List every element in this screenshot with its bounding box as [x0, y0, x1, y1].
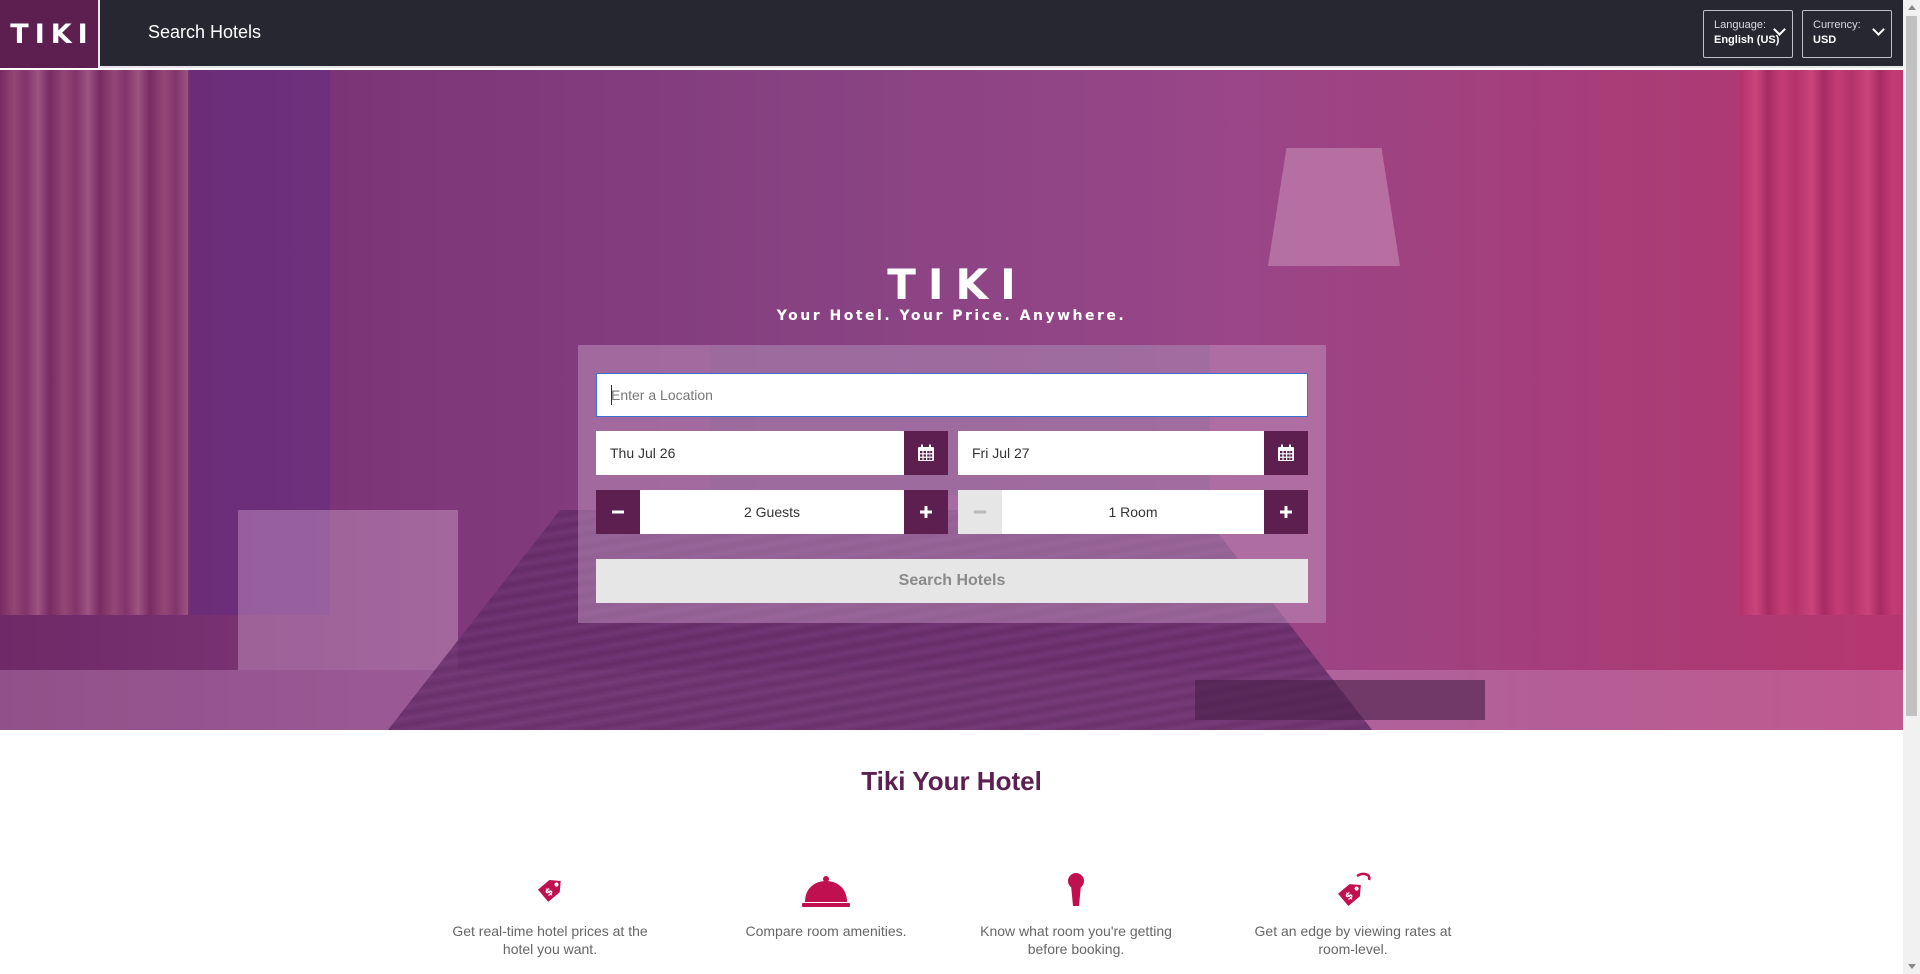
language-label: Language:	[1714, 19, 1766, 31]
checkout-calendar-button[interactable]	[1264, 431, 1308, 475]
top-navbar: TIKI Search Hotels Language: English (US…	[0, 0, 1903, 68]
search-form: Thu Jul 26 Fri Jul 27	[578, 345, 1326, 623]
minus-icon	[612, 510, 624, 514]
rooms-increase-button[interactable]	[1264, 490, 1308, 534]
checkin-calendar-button[interactable]	[904, 431, 948, 475]
price-tag-icon: $	[537, 880, 561, 902]
feature-text: Get real-time hotel prices at the hotel …	[452, 923, 648, 957]
feature-item: $ Get an edge by viewing rates at room-l…	[1253, 868, 1453, 958]
feature-item: Compare room amenities.	[726, 868, 926, 940]
search-hotels-button[interactable]: Search Hotels	[596, 559, 1308, 603]
guests-increase-button[interactable]	[904, 490, 948, 534]
feature-item: Know what room you're getting before boo…	[976, 868, 1176, 958]
feature-item: $ Get real-time hotel prices at the hote…	[450, 868, 650, 958]
checkin-date-value: Thu Jul 26	[610, 445, 676, 461]
checkout-date-value: Fri Jul 27	[972, 445, 1030, 461]
feature-text: Compare room amenities.	[745, 923, 907, 939]
room-tag-icon: $	[1338, 872, 1371, 906]
feature-text: Know what room you're getting before boo…	[980, 923, 1172, 957]
currency-value: USD	[1813, 34, 1837, 46]
checkout-date-field[interactable]: Fri Jul 27	[958, 431, 1264, 475]
nav-search-hotels-link[interactable]: Search Hotels	[148, 22, 261, 43]
currency-label: Currency:	[1813, 19, 1861, 31]
guests-count: 2 Guests	[640, 490, 904, 534]
page-scrollbar[interactable]	[1903, 0, 1920, 974]
features-title: Tiki Your Hotel	[861, 766, 1042, 796]
text-cursor	[611, 385, 612, 405]
logo-divider	[98, 0, 100, 68]
guests-decrease-button[interactable]	[596, 490, 640, 534]
plus-icon	[920, 506, 932, 518]
language-value: English (US)	[1714, 34, 1780, 46]
room-service-bell-icon	[802, 876, 850, 907]
rooms-count: 1 Room	[1002, 490, 1264, 534]
feature-text: Get an edge by viewing rates at room-lev…	[1254, 923, 1452, 957]
hero-tagline: Your Hotel. Your Price. Anywhere.	[776, 308, 1127, 324]
scrollbar-thumb[interactable]	[1906, 16, 1917, 716]
checkin-date-field[interactable]: Thu Jul 26	[596, 431, 904, 475]
language-select[interactable]: Language: English (US)	[1703, 10, 1793, 58]
plus-icon	[1280, 506, 1292, 518]
location-input[interactable]	[596, 373, 1308, 417]
scroll-down-arrow-icon[interactable]	[1908, 964, 1916, 969]
calendar-icon	[918, 444, 934, 461]
keyhole-icon	[1068, 873, 1084, 906]
scroll-up-arrow-icon[interactable]	[1908, 5, 1916, 10]
calendar-icon	[1278, 444, 1294, 461]
hero-banner: TIKI Your Hotel. Your Price. Anywhere. T…	[0, 70, 1903, 730]
logo[interactable]: TIKI	[0, 0, 98, 68]
currency-select[interactable]: Currency: USD	[1802, 10, 1892, 58]
minus-icon	[974, 510, 986, 514]
rooms-decrease-button[interactable]	[958, 490, 1002, 534]
hero-brand: TIKI	[887, 260, 1028, 309]
